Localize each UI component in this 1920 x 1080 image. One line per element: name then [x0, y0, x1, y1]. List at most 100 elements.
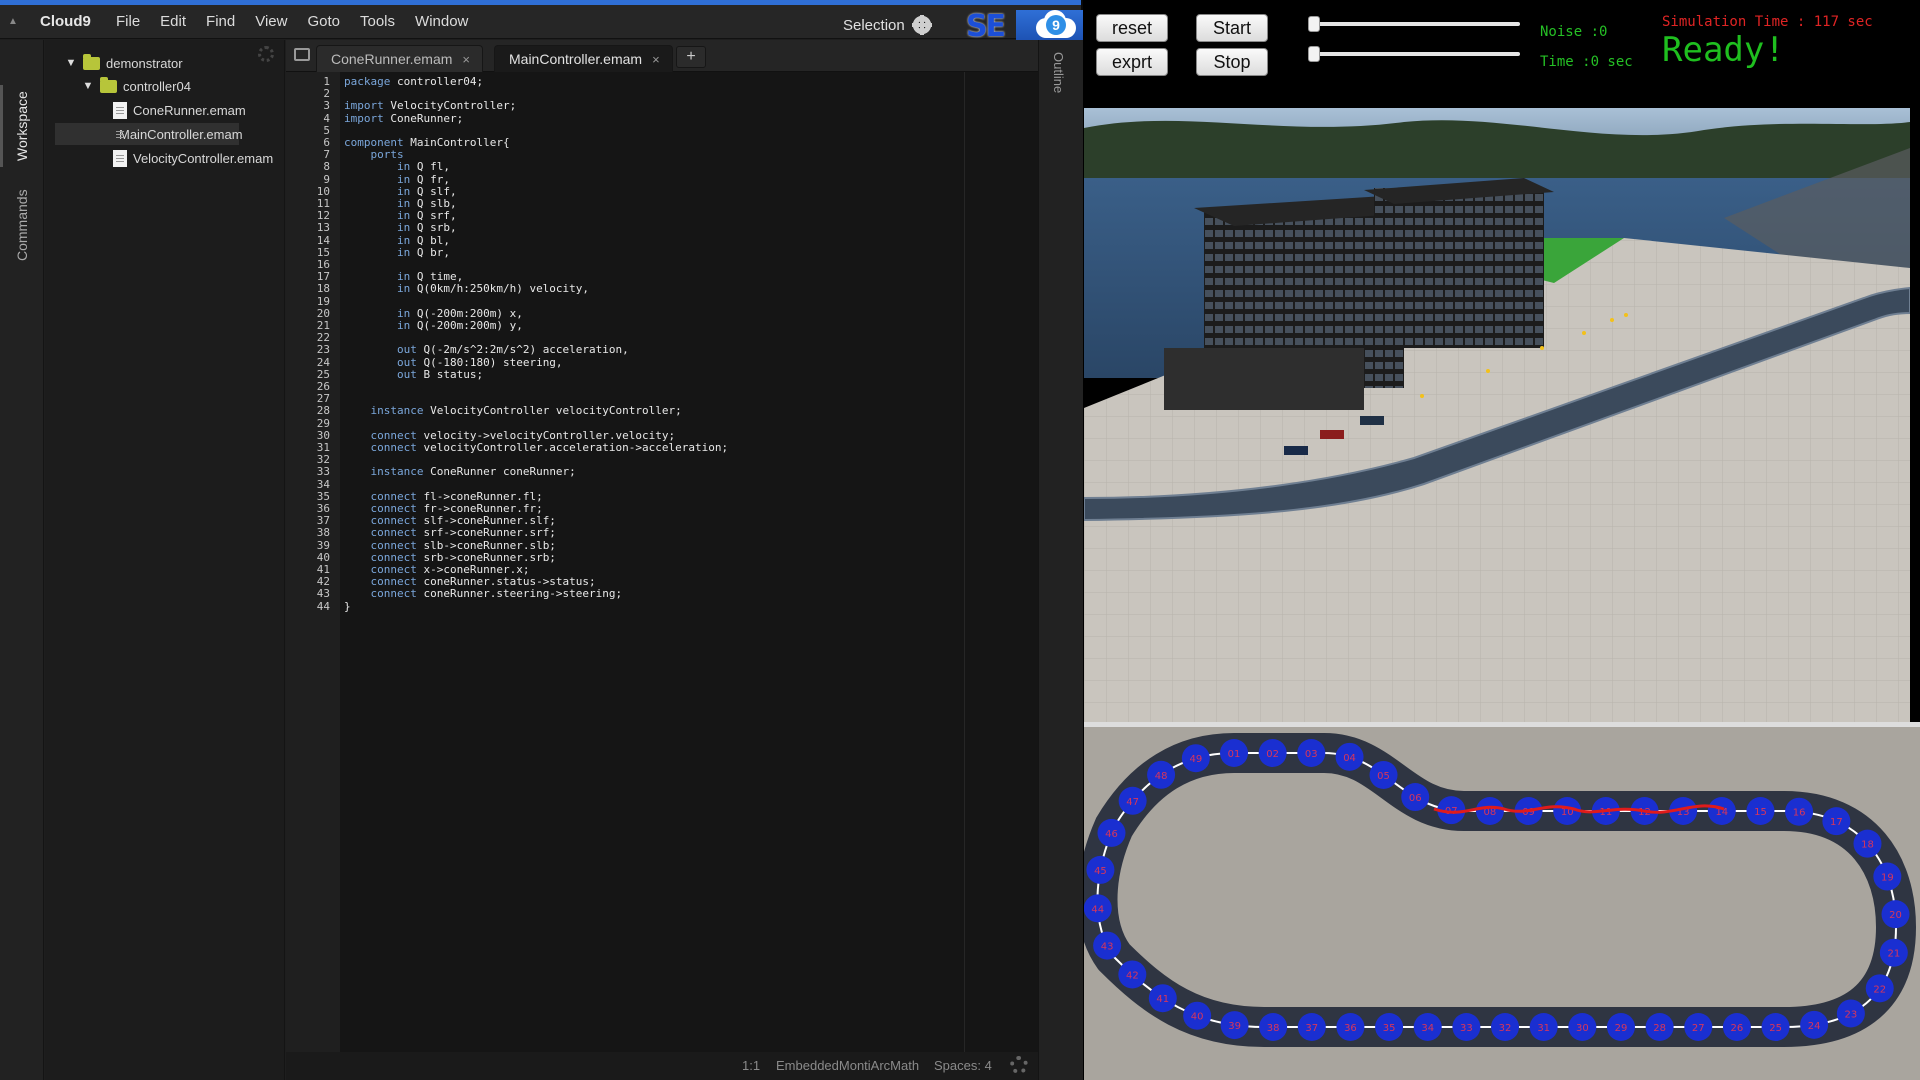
- code-keyword: instance: [370, 465, 424, 479]
- cone-label: 04: [1343, 753, 1356, 764]
- code-line[interactable]: import ConeRunner;: [344, 111, 463, 126]
- tab-workspace[interactable]: Workspace: [8, 85, 36, 167]
- menu-window[interactable]: Window: [405, 13, 478, 33]
- tab-coneRunner[interactable]: ConeRunner.emam ×: [316, 45, 483, 72]
- code-line[interactable]: in Q(-200m:200m) y,: [344, 318, 523, 333]
- cone-label: 22: [1873, 984, 1886, 995]
- code-line[interactable]: out B status;: [344, 367, 483, 382]
- code-line[interactable]: package controller04;: [344, 74, 483, 89]
- time-slider[interactable]: [1308, 46, 1520, 62]
- tree-item-coneRunner[interactable]: ConeRunner.emam: [113, 99, 246, 121]
- editor-settings-icon[interactable]: [1010, 1056, 1028, 1074]
- collapse-icon[interactable]: ▲: [6, 15, 20, 29]
- cone-label: 29: [1615, 1023, 1628, 1034]
- building-left-base: [1164, 348, 1364, 410]
- tab-label: MainController.emam: [509, 51, 643, 67]
- cursor-position[interactable]: 1:1: [742, 1058, 760, 1073]
- tree-item-velocityController[interactable]: VelocityController.emam: [113, 147, 273, 169]
- code-line[interactable]: in Q(0km/h:250km/h) velocity,: [344, 281, 589, 296]
- menu-edit[interactable]: Edit: [150, 13, 196, 33]
- menu-file[interactable]: File: [106, 13, 150, 33]
- tree-settings-icon[interactable]: [258, 46, 274, 62]
- simulator-panel: reset Start exprt Stop Noise :0 Time :0 …: [1084, 0, 1920, 1080]
- cone-label: 06: [1409, 793, 1422, 804]
- cone-label: 19: [1881, 873, 1894, 884]
- folder-icon: [83, 53, 100, 70]
- export-button[interactable]: exprt: [1096, 48, 1168, 76]
- reset-button[interactable]: reset: [1096, 14, 1168, 42]
- outline-panel: Outline: [1038, 40, 1083, 1080]
- code-line[interactable]: connect coneRunner.steering->steering;: [344, 586, 623, 601]
- cone-label: 45: [1094, 866, 1107, 877]
- code-keyword: in: [396, 245, 411, 259]
- cone-label: 40: [1191, 1012, 1204, 1023]
- cone-label: 27: [1692, 1023, 1705, 1034]
- cone-label: 44: [1091, 904, 1104, 915]
- file-icon: [113, 149, 127, 167]
- tab-commands[interactable]: Commands: [8, 180, 36, 270]
- close-tab-icon[interactable]: ×: [462, 52, 470, 67]
- folder-icon: [100, 76, 117, 93]
- tree-item-label: demonstrator: [106, 55, 183, 71]
- settings-gear-icon[interactable]: [910, 14, 933, 36]
- menu-find[interactable]: Find: [196, 13, 245, 33]
- cone-label: 26: [1731, 1023, 1744, 1034]
- indent-setting[interactable]: Spaces: 4: [934, 1058, 992, 1073]
- cone-label: 39: [1228, 1021, 1241, 1032]
- code-keyword: package: [344, 75, 391, 88]
- close-tab-icon[interactable]: ×: [652, 52, 660, 67]
- cone-marker: [1624, 313, 1628, 317]
- slider-handle[interactable]: [1308, 46, 1320, 62]
- cone-label: 33: [1460, 1023, 1473, 1034]
- cone-label: 49: [1189, 754, 1202, 765]
- code-area[interactable]: package controller04; import VelocityCont…: [340, 72, 1038, 1052]
- tree-item-demonstrator[interactable]: ▼ demonstrator: [65, 52, 183, 74]
- track-map: 01 02 03 04050607 08 09 10 11 12 13 14 15 1617181920…: [1084, 733, 1917, 1047]
- toggle-tree-icon[interactable]: [294, 48, 310, 61]
- add-tab-button[interactable]: +: [676, 46, 706, 68]
- tree-item-label: ConeRunner.emam: [133, 102, 246, 118]
- cone-label: 16: [1793, 808, 1806, 819]
- selection-mode[interactable]: Selection: [843, 12, 933, 38]
- cone-marker: [1540, 346, 1544, 350]
- code-line[interactable]: connect velocityController.acceleration-…: [344, 440, 729, 455]
- code-line[interactable]: in Q br,: [344, 245, 450, 260]
- expand-arrow-icon[interactable]: ▼: [65, 57, 77, 69]
- tree-item-controller04[interactable]: ▼ controller04: [82, 75, 191, 97]
- cone-label: 20: [1889, 910, 1902, 921]
- cone-label: 02: [1266, 749, 1279, 760]
- cone-label: 37: [1305, 1023, 1318, 1034]
- cone-label: 03: [1305, 749, 1318, 760]
- cone-label: 01: [1228, 749, 1241, 760]
- code-line[interactable]: }: [344, 599, 351, 614]
- track-map-view[interactable]: 01 02 03 04 05 06 07 08 09 10 11 12 13 14 15 16 17 18 19 20…: [1084, 727, 1920, 1080]
- selection-label: Selection: [843, 16, 905, 34]
- cone-label: 35: [1383, 1023, 1396, 1034]
- brand-menu[interactable]: Cloud9: [40, 13, 91, 30]
- 3d-scene-view[interactable]: [1084, 108, 1910, 722]
- code-keyword: in: [396, 282, 411, 296]
- code-keyword: instance: [370, 404, 424, 418]
- tab-mainController[interactable]: MainController.emam ×: [494, 45, 673, 72]
- code-line[interactable]: instance VelocityController velocityCont…: [344, 403, 682, 418]
- cone-label: 42: [1126, 970, 1139, 981]
- menu-bar: ▲ Cloud9 File Edit Find View Goto Tools …: [0, 5, 1083, 44]
- code-line[interactable]: instance ConeRunner coneRunner;: [344, 464, 576, 479]
- start-button[interactable]: Start: [1196, 14, 1268, 42]
- expand-arrow-icon[interactable]: ▼: [82, 80, 94, 92]
- cone-label: 21: [1887, 949, 1900, 960]
- cone-marker: [1486, 369, 1490, 373]
- slider-handle[interactable]: [1308, 16, 1320, 32]
- language-mode[interactable]: EmbeddedMontiArcMath: [776, 1058, 919, 1073]
- simulator-controls: reset Start exprt Stop Noise :0 Time :0 …: [1084, 0, 1920, 108]
- menu-goto[interactable]: Goto: [297, 13, 350, 33]
- tree-item-mainController[interactable]: MainController.emam: [55, 123, 243, 145]
- noise-readout: Noise :0: [1540, 24, 1608, 40]
- se-logo: SE: [965, 9, 1006, 44]
- stop-button[interactable]: Stop: [1196, 48, 1268, 76]
- menu-view[interactable]: View: [245, 13, 297, 33]
- cone-label: 05: [1377, 771, 1390, 782]
- tab-outline[interactable]: Outline: [1051, 52, 1066, 93]
- menu-tools[interactable]: Tools: [350, 13, 405, 33]
- noise-slider[interactable]: [1308, 16, 1520, 32]
